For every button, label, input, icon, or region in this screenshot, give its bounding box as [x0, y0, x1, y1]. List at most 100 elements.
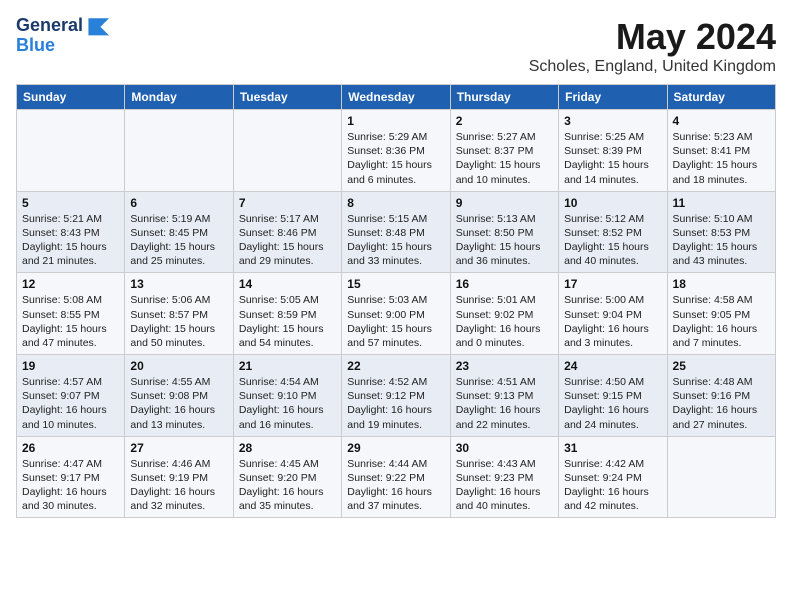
weekday-header: Sunday [17, 85, 125, 110]
day-info: Sunrise: 4:48 AMSunset: 9:16 PMDaylight:… [673, 375, 770, 432]
day-info: Sunrise: 4:55 AMSunset: 9:08 PMDaylight:… [130, 375, 227, 432]
day-info: Sunrise: 5:00 AMSunset: 9:04 PMDaylight:… [564, 293, 661, 350]
day-info: Sunrise: 5:13 AMSunset: 8:50 PMDaylight:… [456, 212, 553, 269]
day-number: 12 [22, 277, 119, 291]
page-header: General Blue May 2024 Scholes, England, … [16, 16, 776, 76]
day-number: 24 [564, 359, 661, 373]
calendar-cell: 26 Sunrise: 4:47 AMSunset: 9:17 PMDayligh… [17, 436, 125, 518]
calendar-cell: 13 Sunrise: 5:06 AMSunset: 8:57 PMDayligh… [125, 273, 233, 355]
day-info: Sunrise: 4:42 AMSunset: 9:24 PMDaylight:… [564, 457, 661, 514]
calendar-cell: 12 Sunrise: 5:08 AMSunset: 8:55 PMDayligh… [17, 273, 125, 355]
calendar-cell: 25 Sunrise: 4:48 AMSunset: 9:16 PMDayligh… [667, 355, 775, 437]
logo-icon [85, 16, 109, 36]
day-number: 21 [239, 359, 336, 373]
day-number: 4 [673, 114, 770, 128]
weekday-header: Thursday [450, 85, 558, 110]
day-info: Sunrise: 4:57 AMSunset: 9:07 PMDaylight:… [22, 375, 119, 432]
day-number: 1 [347, 114, 444, 128]
day-number: 11 [673, 196, 770, 210]
calendar-cell: 8 Sunrise: 5:15 AMSunset: 8:48 PMDaylight… [342, 191, 450, 273]
day-number: 23 [456, 359, 553, 373]
day-number: 31 [564, 441, 661, 455]
day-info: Sunrise: 5:25 AMSunset: 8:39 PMDaylight:… [564, 130, 661, 187]
calendar-cell: 17 Sunrise: 5:00 AMSunset: 9:04 PMDayligh… [559, 273, 667, 355]
day-number: 7 [239, 196, 336, 210]
calendar-cell: 16Sunrise: 5:01 AMSunset: 9:02 PMDayligh… [450, 273, 558, 355]
calendar-cell: 23 Sunrise: 4:51 AMSunset: 9:13 PMDayligh… [450, 355, 558, 437]
location-subtitle: Scholes, England, United Kingdom [529, 58, 776, 76]
title-block: May 2024 Scholes, England, United Kingdo… [529, 16, 776, 76]
calendar-cell [17, 110, 125, 192]
calendar-week-row: 5 Sunrise: 5:21 AMSunset: 8:43 PMDaylight… [17, 191, 776, 273]
day-number: 13 [130, 277, 227, 291]
logo-text: General [16, 16, 83, 36]
calendar-cell: 24 Sunrise: 4:50 AMSunset: 9:15 PMDayligh… [559, 355, 667, 437]
day-number: 10 [564, 196, 661, 210]
calendar-cell: 7 Sunrise: 5:17 AMSunset: 8:46 PMDaylight… [233, 191, 341, 273]
day-info: Sunrise: 5:17 AMSunset: 8:46 PMDaylight:… [239, 212, 336, 269]
day-info: Sunrise: 4:54 AMSunset: 9:10 PMDaylight:… [239, 375, 336, 432]
day-number: 8 [347, 196, 444, 210]
day-number: 2 [456, 114, 553, 128]
day-number: 22 [347, 359, 444, 373]
calendar-cell: 1Sunrise: 5:29 AMSunset: 8:36 PMDaylight… [342, 110, 450, 192]
day-info: Sunrise: 5:10 AMSunset: 8:53 PMDaylight:… [673, 212, 770, 269]
calendar-cell [233, 110, 341, 192]
day-info: Sunrise: 4:43 AMSunset: 9:23 PMDaylight:… [456, 457, 553, 514]
weekday-header-row: SundayMondayTuesdayWednesdayThursdayFrid… [17, 85, 776, 110]
day-number: 3 [564, 114, 661, 128]
day-info: Sunrise: 5:27 AMSunset: 8:37 PMDaylight:… [456, 130, 553, 187]
day-info: Sunrise: 5:23 AMSunset: 8:41 PMDaylight:… [673, 130, 770, 187]
day-number: 18 [673, 277, 770, 291]
day-number: 20 [130, 359, 227, 373]
weekday-header: Saturday [667, 85, 775, 110]
calendar-week-row: 1Sunrise: 5:29 AMSunset: 8:36 PMDaylight… [17, 110, 776, 192]
calendar-cell: 11 Sunrise: 5:10 AMSunset: 8:53 PMDayligh… [667, 191, 775, 273]
calendar-cell: 14 Sunrise: 5:05 AMSunset: 8:59 PMDayligh… [233, 273, 341, 355]
day-number: 17 [564, 277, 661, 291]
day-info: Sunrise: 4:45 AMSunset: 9:20 PMDaylight:… [239, 457, 336, 514]
day-number: 5 [22, 196, 119, 210]
month-year-title: May 2024 [529, 16, 776, 58]
calendar-cell: 27Sunrise: 4:46 AMSunset: 9:19 PMDayligh… [125, 436, 233, 518]
calendar-cell: 31 Sunrise: 4:42 AMSunset: 9:24 PMDayligh… [559, 436, 667, 518]
day-info: Sunrise: 5:05 AMSunset: 8:59 PMDaylight:… [239, 293, 336, 350]
day-info: Sunrise: 4:50 AMSunset: 9:15 PMDaylight:… [564, 375, 661, 432]
day-number: 16 [456, 277, 553, 291]
day-info: Sunrise: 5:15 AMSunset: 8:48 PMDaylight:… [347, 212, 444, 269]
day-number: 28 [239, 441, 336, 455]
day-info: Sunrise: 5:21 AMSunset: 8:43 PMDaylight:… [22, 212, 119, 269]
calendar-cell: 5 Sunrise: 5:21 AMSunset: 8:43 PMDaylight… [17, 191, 125, 273]
calendar-cell [667, 436, 775, 518]
calendar-week-row: 26 Sunrise: 4:47 AMSunset: 9:17 PMDayligh… [17, 436, 776, 518]
calendar-cell: 15Sunrise: 5:03 AMSunset: 9:00 PMDayligh… [342, 273, 450, 355]
day-number: 25 [673, 359, 770, 373]
weekday-header: Monday [125, 85, 233, 110]
day-number: 6 [130, 196, 227, 210]
day-info: Sunrise: 4:47 AMSunset: 9:17 PMDaylight:… [22, 457, 119, 514]
day-info: Sunrise: 4:52 AMSunset: 9:12 PMDaylight:… [347, 375, 444, 432]
day-info: Sunrise: 4:51 AMSunset: 9:13 PMDaylight:… [456, 375, 553, 432]
calendar-cell: 21 Sunrise: 4:54 AMSunset: 9:10 PMDayligh… [233, 355, 341, 437]
calendar-cell: 3 Sunrise: 5:25 AMSunset: 8:39 PMDaylight… [559, 110, 667, 192]
day-info: Sunrise: 4:58 AMSunset: 9:05 PMDaylight:… [673, 293, 770, 350]
calendar-week-row: 12 Sunrise: 5:08 AMSunset: 8:55 PMDayligh… [17, 273, 776, 355]
day-info: Sunrise: 5:06 AMSunset: 8:57 PMDaylight:… [130, 293, 227, 350]
day-info: Sunrise: 5:12 AMSunset: 8:52 PMDaylight:… [564, 212, 661, 269]
day-info: Sunrise: 4:44 AMSunset: 9:22 PMDaylight:… [347, 457, 444, 514]
logo: General Blue [16, 16, 109, 56]
weekday-header: Tuesday [233, 85, 341, 110]
calendar-cell: 9Sunrise: 5:13 AMSunset: 8:50 PMDaylight… [450, 191, 558, 273]
calendar-cell: 10 Sunrise: 5:12 AMSunset: 8:52 PMDayligh… [559, 191, 667, 273]
calendar-cell: 4 Sunrise: 5:23 AMSunset: 8:41 PMDaylight… [667, 110, 775, 192]
day-number: 14 [239, 277, 336, 291]
day-number: 15 [347, 277, 444, 291]
day-info: Sunrise: 5:08 AMSunset: 8:55 PMDaylight:… [22, 293, 119, 350]
calendar-cell: 29Sunrise: 4:44 AMSunset: 9:22 PMDayligh… [342, 436, 450, 518]
logo-text2: Blue [16, 36, 109, 56]
calendar-table: SundayMondayTuesdayWednesdayThursdayFrid… [16, 84, 776, 518]
day-number: 26 [22, 441, 119, 455]
weekday-header: Friday [559, 85, 667, 110]
day-info: Sunrise: 5:19 AMSunset: 8:45 PMDaylight:… [130, 212, 227, 269]
calendar-cell [125, 110, 233, 192]
